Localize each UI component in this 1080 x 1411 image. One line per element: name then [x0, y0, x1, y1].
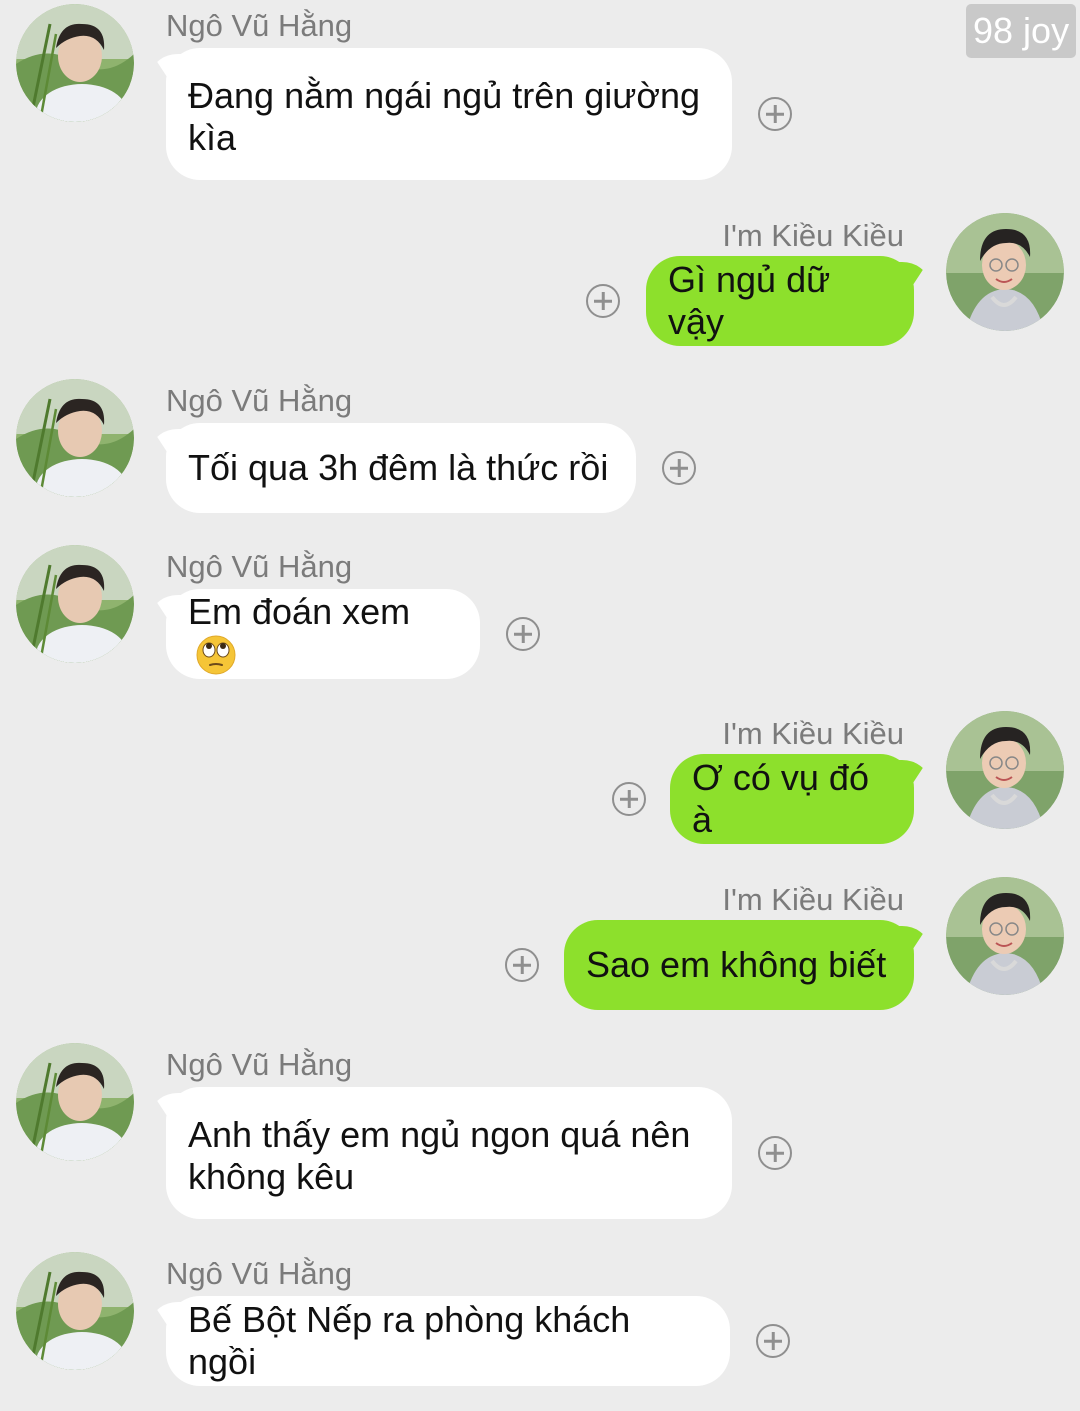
- message-line: Sao em không biết: [586, 944, 887, 985]
- message-line: Em đoán xem: [188, 591, 411, 633]
- message-line: Ơ có vụ đó à: [692, 757, 869, 840]
- avatar-ngo-vu-hang[interactable]: [16, 379, 134, 497]
- add-reaction-icon[interactable]: [756, 1324, 790, 1358]
- message-bubble[interactable]: Bế Bột Nếp ra phòng khách ngồi: [166, 1296, 730, 1386]
- sender-name: Ngô Vũ Hằng: [166, 8, 353, 43]
- avatar-ngo-vu-hang[interactable]: [16, 1252, 134, 1370]
- message-bubble[interactable]: Ơ có vụ đó à: [670, 754, 914, 844]
- sender-name: I'm Kiều Kiều: [722, 882, 904, 917]
- message-bubble[interactable]: Gì ngủ dữ vậy: [646, 256, 914, 346]
- face-with-rolling-eyes-icon: [196, 634, 236, 675]
- add-reaction-icon[interactable]: [505, 948, 539, 982]
- chat-thread: 98 joy Ngô Vũ Hằng Đang nằm ngái ngủ trê…: [0, 0, 1080, 1411]
- message-bubble[interactable]: Anh thấy em ngủ ngon quá nên không kêu: [166, 1087, 732, 1219]
- message-line: Bế Bột Nếp ra phòng khách ngồi: [188, 1299, 631, 1382]
- sender-name: I'm Kiều Kiều: [722, 716, 904, 751]
- message-line: Anh thấy em ngủ ngon quá nên: [188, 1114, 691, 1155]
- sender-name: Ngô Vũ Hằng: [166, 1047, 353, 1082]
- message-bubble[interactable]: Tối qua 3h đêm là thức rồi: [166, 423, 636, 513]
- avatar-kieu-kieu[interactable]: [946, 711, 1064, 829]
- add-reaction-icon[interactable]: [758, 1136, 792, 1170]
- message-bubble[interactable]: Đang nằm ngái ngủ trên giường kìa: [166, 48, 732, 180]
- message-bubble[interactable]: Sao em không biết: [564, 920, 914, 1010]
- add-reaction-icon[interactable]: [758, 97, 792, 131]
- add-reaction-icon[interactable]: [612, 782, 646, 816]
- message-bubble[interactable]: Em đoán xem: [166, 589, 480, 679]
- sender-name: Ngô Vũ Hằng: [166, 383, 353, 418]
- avatar-kieu-kieu[interactable]: [946, 877, 1064, 995]
- message-line: không kêu: [188, 1156, 355, 1197]
- avatar-ngo-vu-hang[interactable]: [16, 545, 134, 663]
- add-reaction-icon[interactable]: [506, 617, 540, 651]
- avatar-ngo-vu-hang[interactable]: [16, 4, 134, 122]
- sender-name: I'm Kiều Kiều: [722, 218, 904, 253]
- sender-name: Ngô Vũ Hằng: [166, 1256, 353, 1291]
- add-reaction-icon[interactable]: [586, 284, 620, 318]
- avatar-kieu-kieu[interactable]: [946, 213, 1064, 331]
- message-line: kìa: [188, 117, 237, 158]
- add-reaction-icon[interactable]: [662, 451, 696, 485]
- message-line: Gì ngủ dữ vậy: [668, 259, 831, 342]
- message-line: Đang nằm ngái ngủ trên giường: [188, 75, 701, 116]
- avatar-ngo-vu-hang[interactable]: [16, 1043, 134, 1161]
- sender-name: Ngô Vũ Hằng: [166, 549, 353, 584]
- watermark: 98 joy: [966, 4, 1077, 58]
- message-line: Tối qua 3h đêm là thức rồi: [188, 447, 609, 488]
